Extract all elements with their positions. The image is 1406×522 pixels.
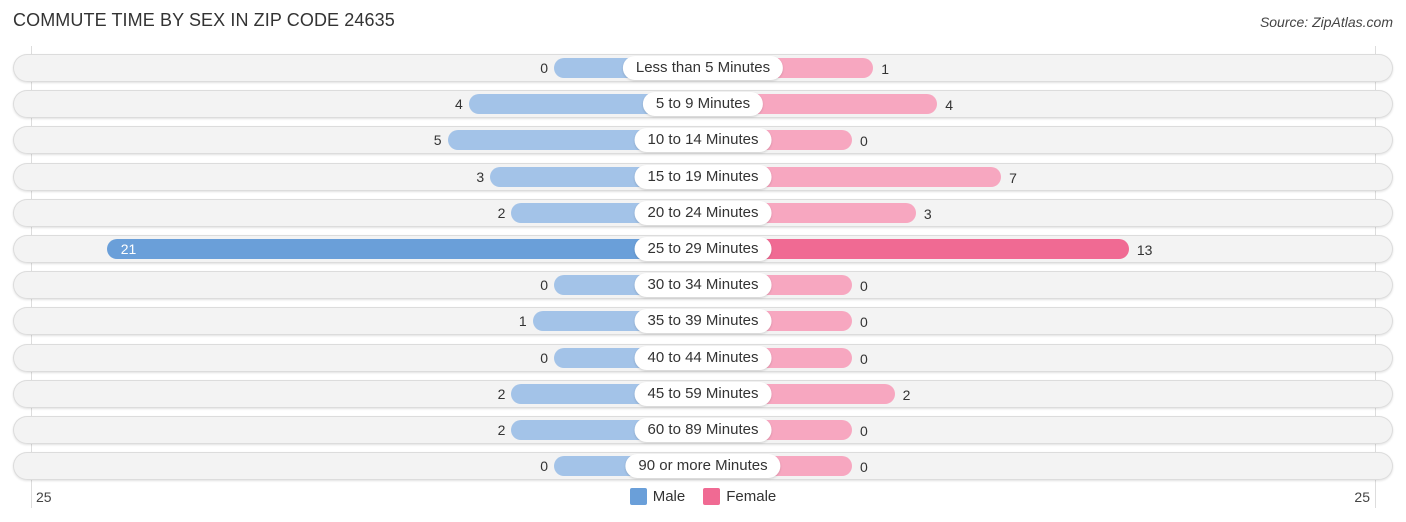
value-label-male: 0 (540, 349, 548, 366)
value-label-male: 5 (433, 132, 442, 149)
category-label: 60 to 89 Minutes (634, 418, 772, 442)
category-label: 45 to 59 Minutes (634, 381, 772, 406)
value-label-male: 3 (476, 168, 485, 185)
value-label-female: 0 (860, 423, 868, 439)
value-label-male: 4 (455, 96, 463, 113)
value-label-female: 0 (860, 133, 868, 150)
category-label: 30 to 34 Minutes (634, 273, 772, 298)
legend-swatch-female (703, 488, 721, 505)
value-label-male: 21 (120, 241, 137, 257)
legend-item-male[interactable]: Male (629, 488, 686, 505)
legend-label-female: Female (726, 488, 777, 505)
category-label: 40 to 44 Minutes (634, 345, 772, 370)
category-label: 35 to 39 Minutes (634, 309, 772, 334)
value-label-female: 4 (945, 97, 953, 114)
category-label: 10 to 14 Minutes (634, 128, 772, 153)
category-label: Less than 5 Minutes (622, 56, 784, 80)
value-label-female: 0 (860, 314, 868, 331)
value-label-male: 2 (497, 385, 506, 402)
chart-area: Less than 5 Minutes 0 1 5 to 9 Minutes 4 4 10 … (0, 0, 1406, 522)
value-label-male: 0 (540, 60, 548, 76)
value-label-female: 3 (923, 205, 932, 222)
category-label: 15 to 19 Minutes (634, 164, 772, 189)
category-label: 25 to 29 Minutes (634, 237, 772, 261)
value-label-female: 0 (860, 350, 868, 367)
category-label: 20 to 24 Minutes (634, 200, 772, 225)
value-label-female: 0 (860, 278, 868, 295)
category-label: 5 to 9 Minutes (642, 92, 764, 117)
value-label-female: 7 (1009, 169, 1017, 186)
bar-male[interactable] (106, 239, 703, 259)
value-label-male: 0 (540, 277, 548, 294)
legend-swatch-male (629, 488, 647, 505)
legend-label-male: Male (652, 488, 686, 505)
value-label-male: 2 (497, 204, 506, 221)
value-label-female: 2 (902, 386, 911, 403)
category-label: 90 or more Minutes (625, 454, 781, 479)
value-label-female: 1 (881, 61, 890, 77)
value-label-male: 2 (497, 422, 506, 438)
value-label-female: 0 (860, 459, 868, 476)
value-label-female: 13 (1136, 242, 1153, 258)
legend-item-female[interactable]: Female (703, 488, 776, 505)
legend: Male Female (0, 488, 1406, 505)
value-label-male: 1 (518, 313, 527, 330)
value-label-male: 0 (540, 458, 548, 475)
